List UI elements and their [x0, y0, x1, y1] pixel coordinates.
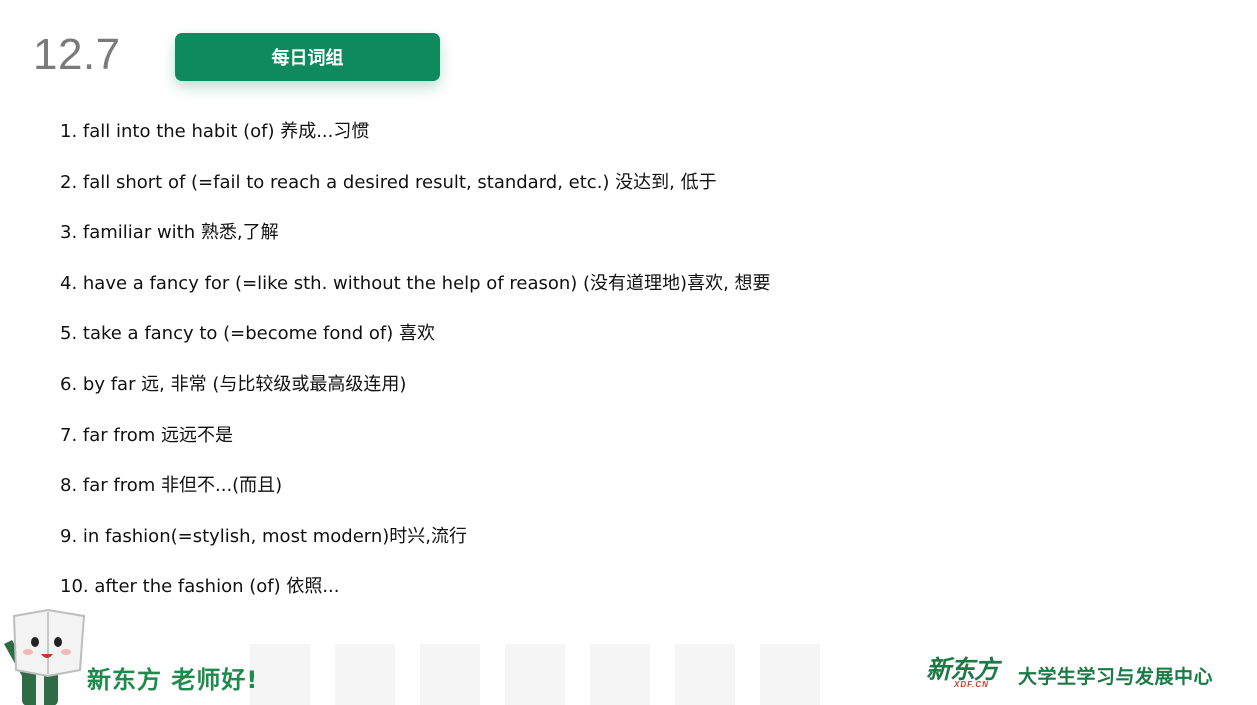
phrase-item-10: 10. after the fashion (of) 依照...: [60, 576, 340, 598]
footer-slogan: 新东方 老师好!: [87, 666, 259, 694]
footer-pattern: [250, 644, 310, 705]
phrase-item-5: 5. take a fancy to (=become fond of) 喜欢: [60, 323, 435, 345]
footer-pattern: [760, 644, 820, 705]
footer-pattern: [505, 644, 565, 705]
title-badge: 每日词组: [175, 33, 440, 81]
brand-logo: 新东方 XDF.CN: [926, 657, 1006, 693]
phrase-item-4: 4. have a fancy for (=like sth. without …: [60, 272, 771, 294]
center-name: 大学生学习与发展中心: [1018, 666, 1214, 688]
footer-pattern: [335, 644, 395, 705]
phrase-item-8: 8. far from 非但不...(而且): [60, 475, 283, 497]
phrase-item-3: 3. familiar with 熟悉,了解: [60, 222, 279, 244]
date-label: 12.7: [33, 30, 121, 79]
phrase-item-1: 1. fall into the habit (of) 养成...习惯: [60, 121, 370, 142]
phrase-item-9: 9. in fashion(=stylish, most modern)时兴,流…: [60, 525, 468, 547]
footer-pattern: [590, 644, 650, 705]
phrase-list: 1. fall into the habit (of) 养成...习惯 2. f…: [60, 113, 771, 619]
phrase-item-2: 2. fall short of (=fail to reach a desir…: [60, 171, 717, 193]
brand-logo-en: XDF.CN: [954, 680, 989, 689]
book-mascot-icon: [4, 608, 86, 705]
footer-pattern: [675, 644, 735, 705]
phrase-item-7: 7. far from 远远不是: [60, 424, 233, 446]
footer-pattern: [420, 644, 480, 705]
phrase-item-6: 6. by far 远, 非常 (与比较级或最高级连用): [60, 373, 407, 395]
